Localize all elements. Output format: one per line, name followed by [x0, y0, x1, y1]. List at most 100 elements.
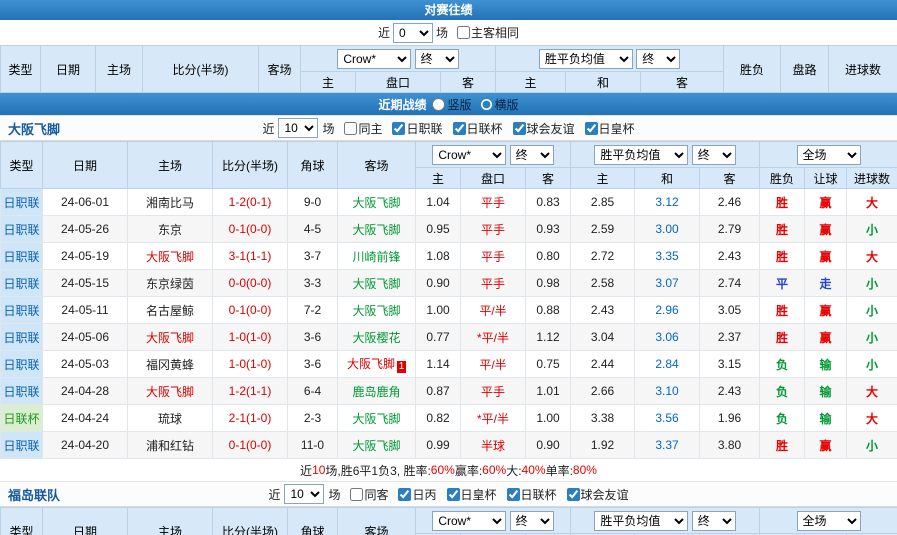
- score-cell[interactable]: 0-0(0-0): [213, 270, 288, 297]
- summary-segment: 近: [300, 462, 312, 479]
- home-team-cell[interactable]: 大阪飞脚: [128, 324, 213, 351]
- away-team-cell[interactable]: 川崎前锋: [338, 243, 416, 270]
- checkbox[interactable]: [507, 488, 520, 501]
- home-team-cell[interactable]: 东京绿茵: [128, 270, 213, 297]
- away-team-cell[interactable]: 大阪飞脚1: [338, 351, 416, 378]
- filter-checkbox-日职联[interactable]: 日职联: [392, 120, 442, 137]
- home-team-cell[interactable]: 福冈黄蜂: [128, 351, 213, 378]
- gamba-summary: 近10场,胜6平1负3, 胜率:60% 赢率:60% 大:40% 单率:80%: [0, 459, 897, 481]
- match-count-select[interactable]: 10: [278, 118, 318, 138]
- fukushima-col-away: 客场: [338, 508, 416, 535]
- match-count-select[interactable]: 0: [393, 23, 433, 43]
- gamba-company-select[interactable]: Crow*: [432, 145, 506, 165]
- filter-checkbox-主客相同[interactable]: 主客相同: [457, 24, 519, 41]
- gamba-europe-select-cell: 胜平负均值 终: [571, 142, 760, 168]
- score-cell[interactable]: 0-1(0-0): [213, 297, 288, 324]
- europe-home-odds-cell: 2.59: [571, 216, 635, 243]
- checkbox[interactable]: [567, 488, 580, 501]
- away-team-cell[interactable]: 大阪飞脚: [338, 297, 416, 324]
- corner-cell: 3-7: [288, 243, 338, 270]
- home-team-cell[interactable]: 大阪飞脚: [128, 243, 213, 270]
- away-team-cell[interactable]: 大阪飞脚: [338, 405, 416, 432]
- home-team-cell[interactable]: 琉球: [128, 405, 213, 432]
- score-cell[interactable]: 1-2(1-1): [213, 378, 288, 405]
- europe-away-odds-cell: 3.80: [700, 432, 760, 459]
- score-cell[interactable]: 1-0(1-0): [213, 351, 288, 378]
- checkbox[interactable]: [513, 122, 526, 135]
- checkbox[interactable]: [457, 26, 470, 39]
- europe-away-odds-cell: 2.43: [700, 243, 760, 270]
- checkbox[interactable]: [453, 122, 466, 135]
- gamba-europe-final-select[interactable]: 终: [692, 145, 736, 165]
- checkbox[interactable]: [344, 122, 357, 135]
- h2h-europe-select[interactable]: 胜平负均值: [539, 49, 633, 69]
- home-team-cell[interactable]: 东京: [128, 216, 213, 243]
- score-cell[interactable]: 3-1(1-1): [213, 243, 288, 270]
- filter-checkbox-日皇杯[interactable]: 日皇杯: [447, 486, 497, 503]
- layout-radio[interactable]: [480, 98, 493, 111]
- recent-results-bar: 近期战绩 竖版横版: [0, 93, 897, 115]
- layout-option-竖版[interactable]: 竖版: [432, 96, 471, 113]
- layout-option-横版[interactable]: 横版: [480, 96, 519, 113]
- gamba-team-name: 大阪飞脚: [8, 119, 60, 138]
- goals-result-cell: 小: [847, 297, 897, 324]
- europe-away-odds-cell: 2.46: [700, 189, 760, 216]
- score-cell[interactable]: 0-1(0-0): [213, 216, 288, 243]
- gamba-col-score: 比分(半场): [213, 142, 288, 189]
- checkbox[interactable]: [447, 488, 460, 501]
- fukushima-company-select[interactable]: Crow*: [432, 511, 506, 531]
- score-cell[interactable]: 1-2(0-1): [213, 189, 288, 216]
- h2h-final-select[interactable]: 终: [415, 49, 459, 69]
- away-team-cell[interactable]: 大阪樱花: [338, 324, 416, 351]
- handicap-away-odds-cell: 1.00: [526, 405, 571, 432]
- fukushima-europe-select[interactable]: 胜平负均值: [594, 511, 688, 531]
- filter-checkbox-日皇杯[interactable]: 日皇杯: [585, 120, 635, 137]
- filter-checkbox-同客[interactable]: 同客: [350, 486, 388, 503]
- handicap-home-odds-cell: 0.82: [416, 405, 461, 432]
- handicap-result-cell: 输: [805, 378, 847, 405]
- fukushima-scope-select[interactable]: 全场: [797, 511, 861, 531]
- filter-checkbox-球会友谊[interactable]: 球会友谊: [567, 486, 629, 503]
- gamba-final-select[interactable]: 终: [510, 145, 554, 165]
- away-team-cell[interactable]: 大阪飞脚: [338, 432, 416, 459]
- away-team-cell[interactable]: 大阪飞脚: [338, 189, 416, 216]
- gamba-europe-select[interactable]: 胜平负均值: [594, 145, 688, 165]
- home-team-cell[interactable]: 大阪飞脚: [128, 378, 213, 405]
- home-team-cell[interactable]: 浦和红钻: [128, 432, 213, 459]
- gamba-scope-select[interactable]: 全场: [797, 145, 861, 165]
- fukushima-col-home: 主场: [128, 508, 213, 535]
- score-cell[interactable]: 0-1(0-0): [213, 432, 288, 459]
- away-team-cell[interactable]: 鹿岛鹿角: [338, 378, 416, 405]
- h2h-company-select[interactable]: Crow*: [337, 49, 411, 69]
- page: 对赛往绩 近0场主客相同 类型 日期 主场 比分(半场) 客场 Crow* 终: [0, 0, 897, 535]
- h2h-europe-final-select[interactable]: 终: [636, 49, 680, 69]
- checkbox[interactable]: [398, 488, 411, 501]
- score-cell[interactable]: 1-0(1-0): [213, 324, 288, 351]
- home-team-cell[interactable]: 湘南比马: [128, 189, 213, 216]
- filter-checkbox-日联杯[interactable]: 日联杯: [507, 486, 557, 503]
- filter-checkbox-日丙[interactable]: 日丙: [398, 486, 436, 503]
- fukushima-final-select[interactable]: 终: [510, 511, 554, 531]
- fukushima-europe-final-select[interactable]: 终: [692, 511, 736, 531]
- match-count-select[interactable]: 10: [284, 484, 324, 504]
- gamba-section-bar: 大阪飞脚 近10场同主日职联日联杯球会友谊日皇杯: [0, 115, 897, 141]
- europe-away-odds-cell: 2.74: [700, 270, 760, 297]
- layout-radio[interactable]: [432, 98, 445, 111]
- checkbox[interactable]: [350, 488, 363, 501]
- filter-checkbox-同主[interactable]: 同主: [344, 120, 382, 137]
- filter-checkbox-日联杯[interactable]: 日联杯: [453, 120, 503, 137]
- checkbox[interactable]: [585, 122, 598, 135]
- summary-segment: 60%: [482, 463, 506, 477]
- score-cell[interactable]: 2-1(1-0): [213, 405, 288, 432]
- match-row: 日职联24-05-03福冈黄蜂1-0(1-0)3-6大阪飞脚11.14平/半0.…: [1, 351, 897, 378]
- handicap-away-odds-cell: 0.93: [526, 216, 571, 243]
- checkbox[interactable]: [392, 122, 405, 135]
- fukushima-table: 类型 日期 主场 比分(半场) 角球 客场 Crow* 终 胜平负均值 终 全场: [0, 507, 897, 535]
- handicap-result-cell: 赢: [805, 243, 847, 270]
- europe-home-odds-cell: 2.44: [571, 351, 635, 378]
- europe-away-odds-cell: 2.79: [700, 216, 760, 243]
- filter-checkbox-球会友谊[interactable]: 球会友谊: [513, 120, 575, 137]
- away-team-cell[interactable]: 大阪飞脚: [338, 270, 416, 297]
- home-team-cell[interactable]: 名古屋鲸: [128, 297, 213, 324]
- away-team-cell[interactable]: 大阪飞脚: [338, 216, 416, 243]
